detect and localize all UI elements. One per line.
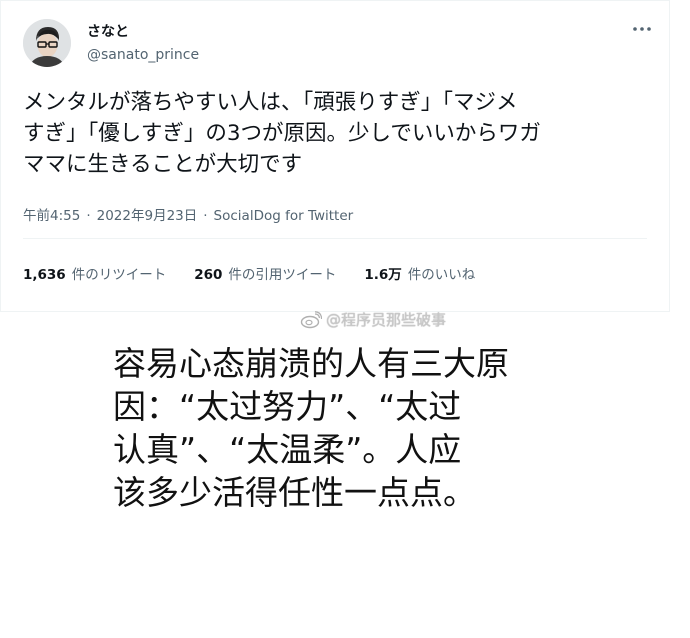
tweet-text-line: すぎ」「優しすぎ」の3つが原因。少しでいいからワガ xyxy=(23,121,541,146)
caption-text: 容易心态崩溃的人有三大原 因：“太过努力”、“太过 认真”、“太温柔”。人应 该… xyxy=(113,342,573,514)
tweet-card: さなと @sanato_prince メンタルが落ちやすい人は、「頑張りすぎ」「… xyxy=(0,0,670,312)
quote-count-link[interactable]: 260 件の引用ツイート xyxy=(194,263,336,283)
retweet-label: 件のリツイート xyxy=(71,267,167,283)
tweet-source[interactable]: SocialDog for Twitter xyxy=(214,208,354,224)
caption-line: 容易心态崩溃的人有三大原 xyxy=(113,344,509,383)
divider xyxy=(23,238,647,239)
tweet-stats: 1,636 件のリツイート 260 件の引用ツイート 1.6万 件のいいね xyxy=(23,263,503,283)
tweet-text-line: メンタルが落ちやすい人は、「頑張りすぎ」「マジメ xyxy=(23,90,518,115)
like-label: 件のいいね xyxy=(407,267,476,283)
like-count-link[interactable]: 1.6万 件のいいね xyxy=(364,263,475,283)
meta-separator: · xyxy=(86,208,91,224)
watermark-text: @程序员那些破事 xyxy=(326,311,447,329)
display-name[interactable]: さなと xyxy=(87,21,129,41)
quote-label: 件の引用ツイート xyxy=(228,267,337,283)
tweet-text: メンタルが落ちやすい人は、「頑張りすぎ」「マジメ すぎ」「優しすぎ」の3つが原因… xyxy=(23,87,635,180)
caption-line: 该多少活得任性一点点。 xyxy=(113,473,476,512)
more-dots-icon xyxy=(633,27,651,31)
more-options-button[interactable] xyxy=(627,17,657,41)
retweet-count-link[interactable]: 1,636 件のリツイート xyxy=(23,263,166,283)
tweet-meta: 午前4:55 · 2022年9月23日 · SocialDog for Twitter xyxy=(23,204,353,224)
watermark: @程序员那些破事 xyxy=(300,309,446,330)
avatar[interactable] xyxy=(23,19,71,67)
tweet-text-line: ママに生きることが大切です xyxy=(23,152,303,177)
quote-count: 260 xyxy=(194,267,223,283)
weibo-icon xyxy=(300,310,322,328)
user-handle[interactable]: @sanato_prince xyxy=(87,47,199,63)
like-count: 1.6万 xyxy=(364,267,402,283)
tweet-time[interactable]: 午前4:55 xyxy=(23,208,80,224)
retweet-count: 1,636 xyxy=(23,267,66,283)
caption-line: 因：“太过努力”、“太过 xyxy=(113,387,462,426)
caption-line: 认真”、“太温柔”。人应 xyxy=(113,430,462,469)
meta-separator: · xyxy=(203,208,208,224)
avatar-photo-icon xyxy=(23,19,71,67)
tweet-date[interactable]: 2022年9月23日 xyxy=(97,208,198,224)
